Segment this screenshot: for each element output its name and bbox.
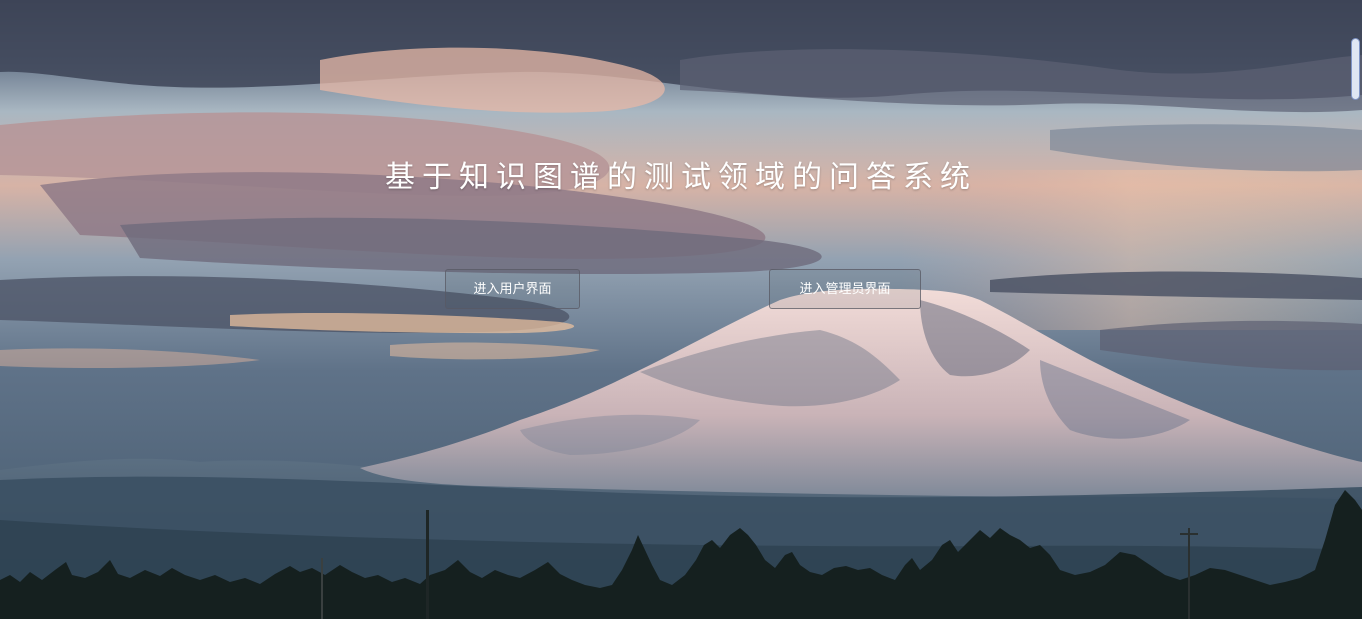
page-title: 基于知识图谱的测试领域的问答系统 xyxy=(385,160,977,195)
enter-user-interface-button[interactable]: 进入用户界面 xyxy=(445,269,580,309)
mountain-landscape-image xyxy=(0,0,1362,619)
scrollbar-thumb[interactable] xyxy=(1351,38,1360,100)
landing-page: 基于知识图谱的测试领域的问答系统 进入用户界面 进入管理员界面 xyxy=(0,0,1362,619)
enter-admin-interface-button[interactable]: 进入管理员界面 xyxy=(769,269,921,309)
